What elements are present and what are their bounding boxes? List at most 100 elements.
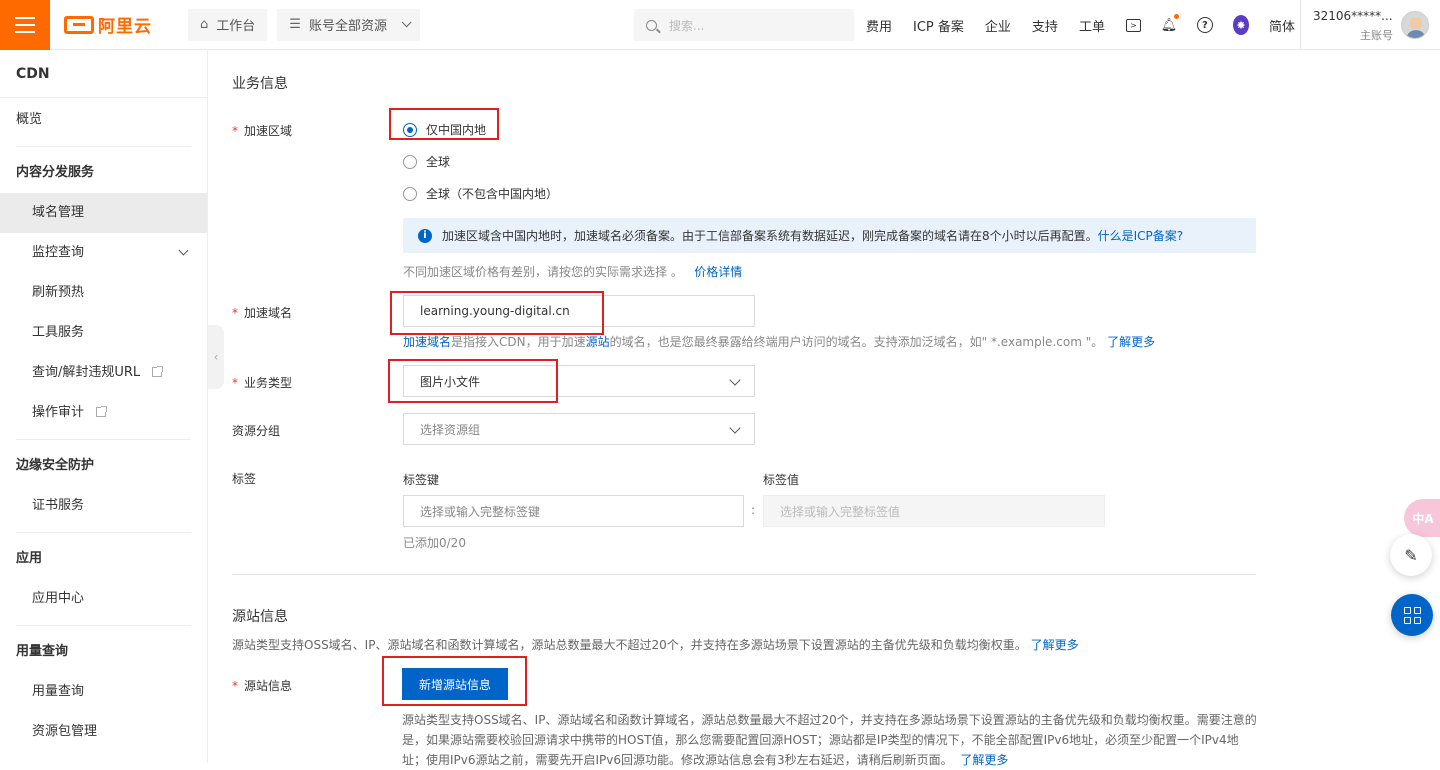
workbench-label: 工作台 [216,19,256,34]
grid-cell [1413,606,1421,614]
tag-count: 已添加0/20 [403,536,466,550]
tag-key-input[interactable]: 选择或输入完整标签键 [403,495,744,527]
sidebar-item-usage[interactable]: 用量查询 [0,672,207,712]
tag-separator: : [751,503,756,517]
sidebar-item-package[interactable]: 资源包管理 [0,712,207,752]
tag-label: 标签 [232,472,257,486]
sidebar-item-monitor-label: 监控查询 [32,245,85,260]
info-icon: i [418,228,432,243]
search-input[interactable]: 搜索... [634,9,854,41]
domain-label: * 加速域名 [232,306,293,320]
sidebar-divider [16,146,191,147]
help-icon[interactable]: ? [1196,17,1213,33]
sidebar-group-usage: 用量查询 [16,644,69,659]
external-link-icon [152,366,164,377]
origin-label: * 源站信息 [232,679,293,693]
nav-icp[interactable]: ICP 备案 [913,16,964,35]
section-title-origin: 源站信息 [232,609,288,625]
resgroup-placeholder: 选择资源组 [420,422,481,437]
resource-list-icon: ☰ [289,17,301,32]
sidebar-item-audit-label: 操作审计 [32,405,85,420]
feedback-edit-button[interactable]: ✎ [1390,534,1432,576]
pencil-icon: ✎ [1404,545,1418,565]
main-content: 业务信息 * 加速区域 仅中国内地 全球 全球（不包含中国内地） i 加速区域含中… [208,50,1440,767]
terminal-icon[interactable]: > [1125,18,1141,32]
sidebar-item-cert[interactable]: 证书服务 [0,486,207,526]
grid-cell [1403,606,1411,614]
sidebar-group-security: 边缘安全防护 [16,458,95,473]
sidebar-item-refresh[interactable]: 刷新预热 [0,273,207,313]
origin-long-desc: 源站类型支持OSS域名、IP、源站域名和函数计算域名，源站总数量最大不超过20个… [402,713,1257,767]
highlight-box [390,291,604,335]
chevron-down-icon [401,17,412,28]
language-switch[interactable]: 简体 [1269,16,1295,35]
top-nav: 费用 ICP 备案 企业 支持 工单 > 🔔︎ ? ✸ 简体 [866,0,1295,50]
sidebar-item-overview[interactable]: 概览 [0,98,207,142]
sidebar-item-query-url-label: 查询/解封违规URL [32,365,141,380]
translate-icon: 中A [1412,511,1434,526]
nav-enterprise[interactable]: 企业 [985,16,1011,35]
sidebar-item-tools[interactable]: 工具服务 [0,313,207,353]
origin-hint-link[interactable]: 源站 [586,335,610,349]
region-label: * 加速区域 [232,124,293,138]
tag-key-header: 标签键 [403,473,440,487]
resgroup-select[interactable]: 选择资源组 [403,413,755,445]
region-option-global[interactable]: 全球 [403,153,450,170]
radio-icon [403,154,417,169]
tag-value-placeholder: 选择或输入完整标签值 [780,504,901,519]
origin-desc: 源站类型支持OSS域名、IP、源站域名和函数计算域名，源站总数量最大不超过20个… [232,638,1079,652]
nav-ticket[interactable]: 工单 [1079,16,1105,35]
translate-float-button[interactable]: 中A [1404,499,1440,537]
account-id: 32106*****... [1313,9,1393,23]
external-link-icon [96,406,108,417]
sidebar-item-query-url[interactable]: 查询/解封违规URL [0,353,207,393]
section-divider [232,574,1256,575]
bell-icon[interactable]: 🔔︎ [1161,14,1179,33]
price-hint: 不同加速区域价格有差别，请按您的实际需求选择 。 价格详情 [403,265,743,279]
apps-grid-button[interactable] [1391,594,1433,636]
menu-icon[interactable] [0,0,50,50]
account-info[interactable]: 32106*****... 主账号 [1313,9,1393,43]
divider [1300,0,1301,50]
sidebar-title: CDN [0,50,207,98]
tag-key-placeholder: 选择或输入完整标签键 [420,504,541,519]
nav-support[interactable]: 支持 [1032,16,1058,35]
sidebar-item-audit[interactable]: 操作审计 [0,393,207,433]
learn-more-link[interactable]: 了解更多 [1107,335,1155,349]
nav-fees[interactable]: 费用 [866,16,892,35]
sidebar-divider [16,439,191,440]
tag-value-header: 标签值 [763,473,800,487]
avatar[interactable] [1401,11,1429,39]
origin-learn-more-link[interactable]: 了解更多 [1031,638,1079,652]
logo[interactable]: 阿里云 [64,12,160,37]
region-option-global-ex[interactable]: 全球（不包含中国内地） [403,185,558,202]
star-app-icon[interactable]: ✸ [1232,15,1249,35]
section-title-business: 业务信息 [232,76,288,92]
highlight-box [388,359,558,403]
sidebar-item-domain[interactable]: 域名管理 [0,193,207,233]
account-role: 主账号 [1360,29,1393,42]
domain-hint-link[interactable]: 加速域名 [403,335,451,349]
region-option-global-ex-label: 全球（不包含中国内地） [426,187,559,201]
sidebar-item-app-center[interactable]: 应用中心 [0,579,207,619]
sidebar: CDN 概览 内容分发服务 域名管理 监控查询 刷新预热 工具服务 查询/解封违… [0,50,208,763]
icp-link[interactable]: 什么是ICP备案? [1098,227,1184,244]
sidebar-group-content: 内容分发服务 [16,165,95,180]
resources-label: 账号全部资源 [308,19,387,34]
sidebar-divider [16,532,191,533]
resources-dropdown[interactable]: ☰ 账号全部资源 [277,8,420,41]
tag-value-input[interactable]: 选择或输入完整标签值 [763,495,1105,527]
grid-cell [1413,616,1421,624]
biz-type-label: * 业务类型 [232,376,293,390]
logo-text: 阿里云 [98,17,152,37]
grid-cell [1403,616,1411,624]
sidebar-item-monitor[interactable]: 监控查询 [0,233,207,273]
workbench-button[interactable]: ⌂ 工作台 [188,8,268,41]
logo-mark-icon [64,15,94,34]
chevron-down-icon [729,374,741,386]
price-link[interactable]: 价格详情 [694,265,742,279]
notice-text: 加速区域含中国内地时，加速域名必须备案。由于工信部备案系统有数据延迟，刚完成备案… [442,229,1098,243]
origin-long-learn-more-link[interactable]: 了解更多 [960,753,1008,767]
search-icon [646,19,657,31]
sidebar-group-app: 应用 [16,551,43,566]
